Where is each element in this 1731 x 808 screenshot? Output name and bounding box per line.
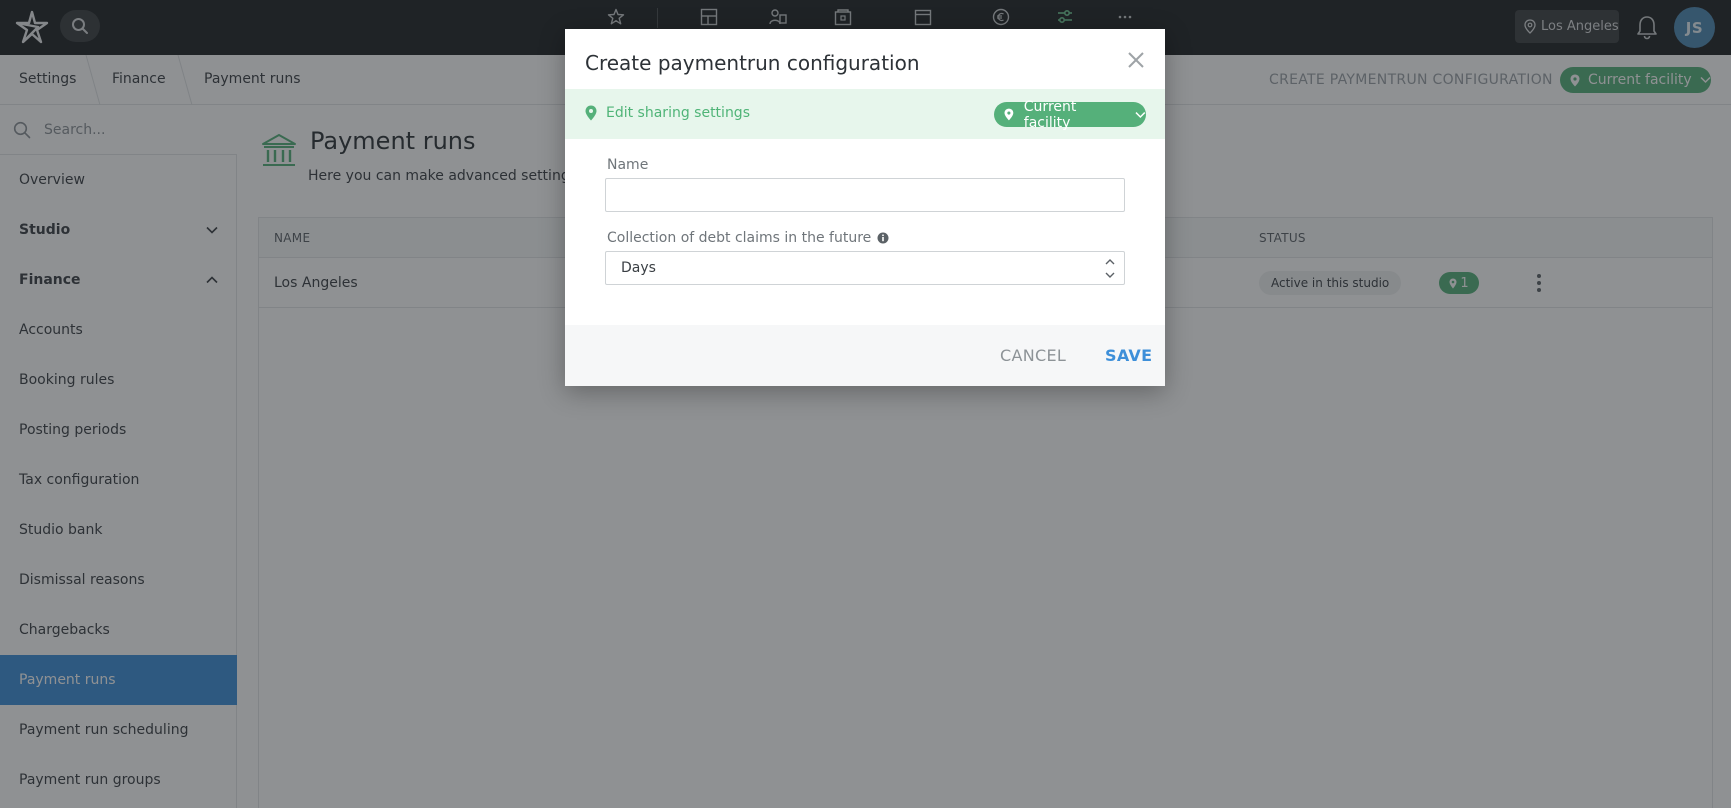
chevron-down-icon [1135,111,1146,118]
up-down-arrows-icon [1105,259,1115,278]
debt-claims-unit-select[interactable]: Days [605,251,1125,285]
location-pin-icon [585,105,597,121]
debt-claims-label-text: Collection of debt claims in the future [607,230,872,246]
location-pin-icon [1004,108,1014,121]
facility-dropdown[interactable]: Current facility [994,99,1146,131]
facility-label: Current facility [1023,98,1077,131]
save-button[interactable]: SAVE [1105,346,1152,365]
name-label: Name [607,157,649,173]
sharing-settings-bar: Edit sharing settings Current facility [565,89,1165,139]
edit-sharing-settings-link[interactable]: Edit sharing settings [585,105,750,121]
debt-claims-label: Collection of debt claims in the future [607,230,889,246]
edit-sharing-label: Edit sharing settings [606,105,750,121]
debt-claims-unit-value: Days [621,260,656,276]
create-configuration-dialog: Create paymentrun configuration Edit sha… [565,29,1165,386]
close-icon[interactable] [1123,47,1149,73]
info-icon[interactable] [877,232,889,244]
dialog-footer: CANCEL SAVE [565,325,1165,386]
dialog-title: Create paymentrun configuration [585,51,920,75]
cancel-button[interactable]: CANCEL [1000,346,1066,365]
name-field[interactable] [605,178,1125,212]
